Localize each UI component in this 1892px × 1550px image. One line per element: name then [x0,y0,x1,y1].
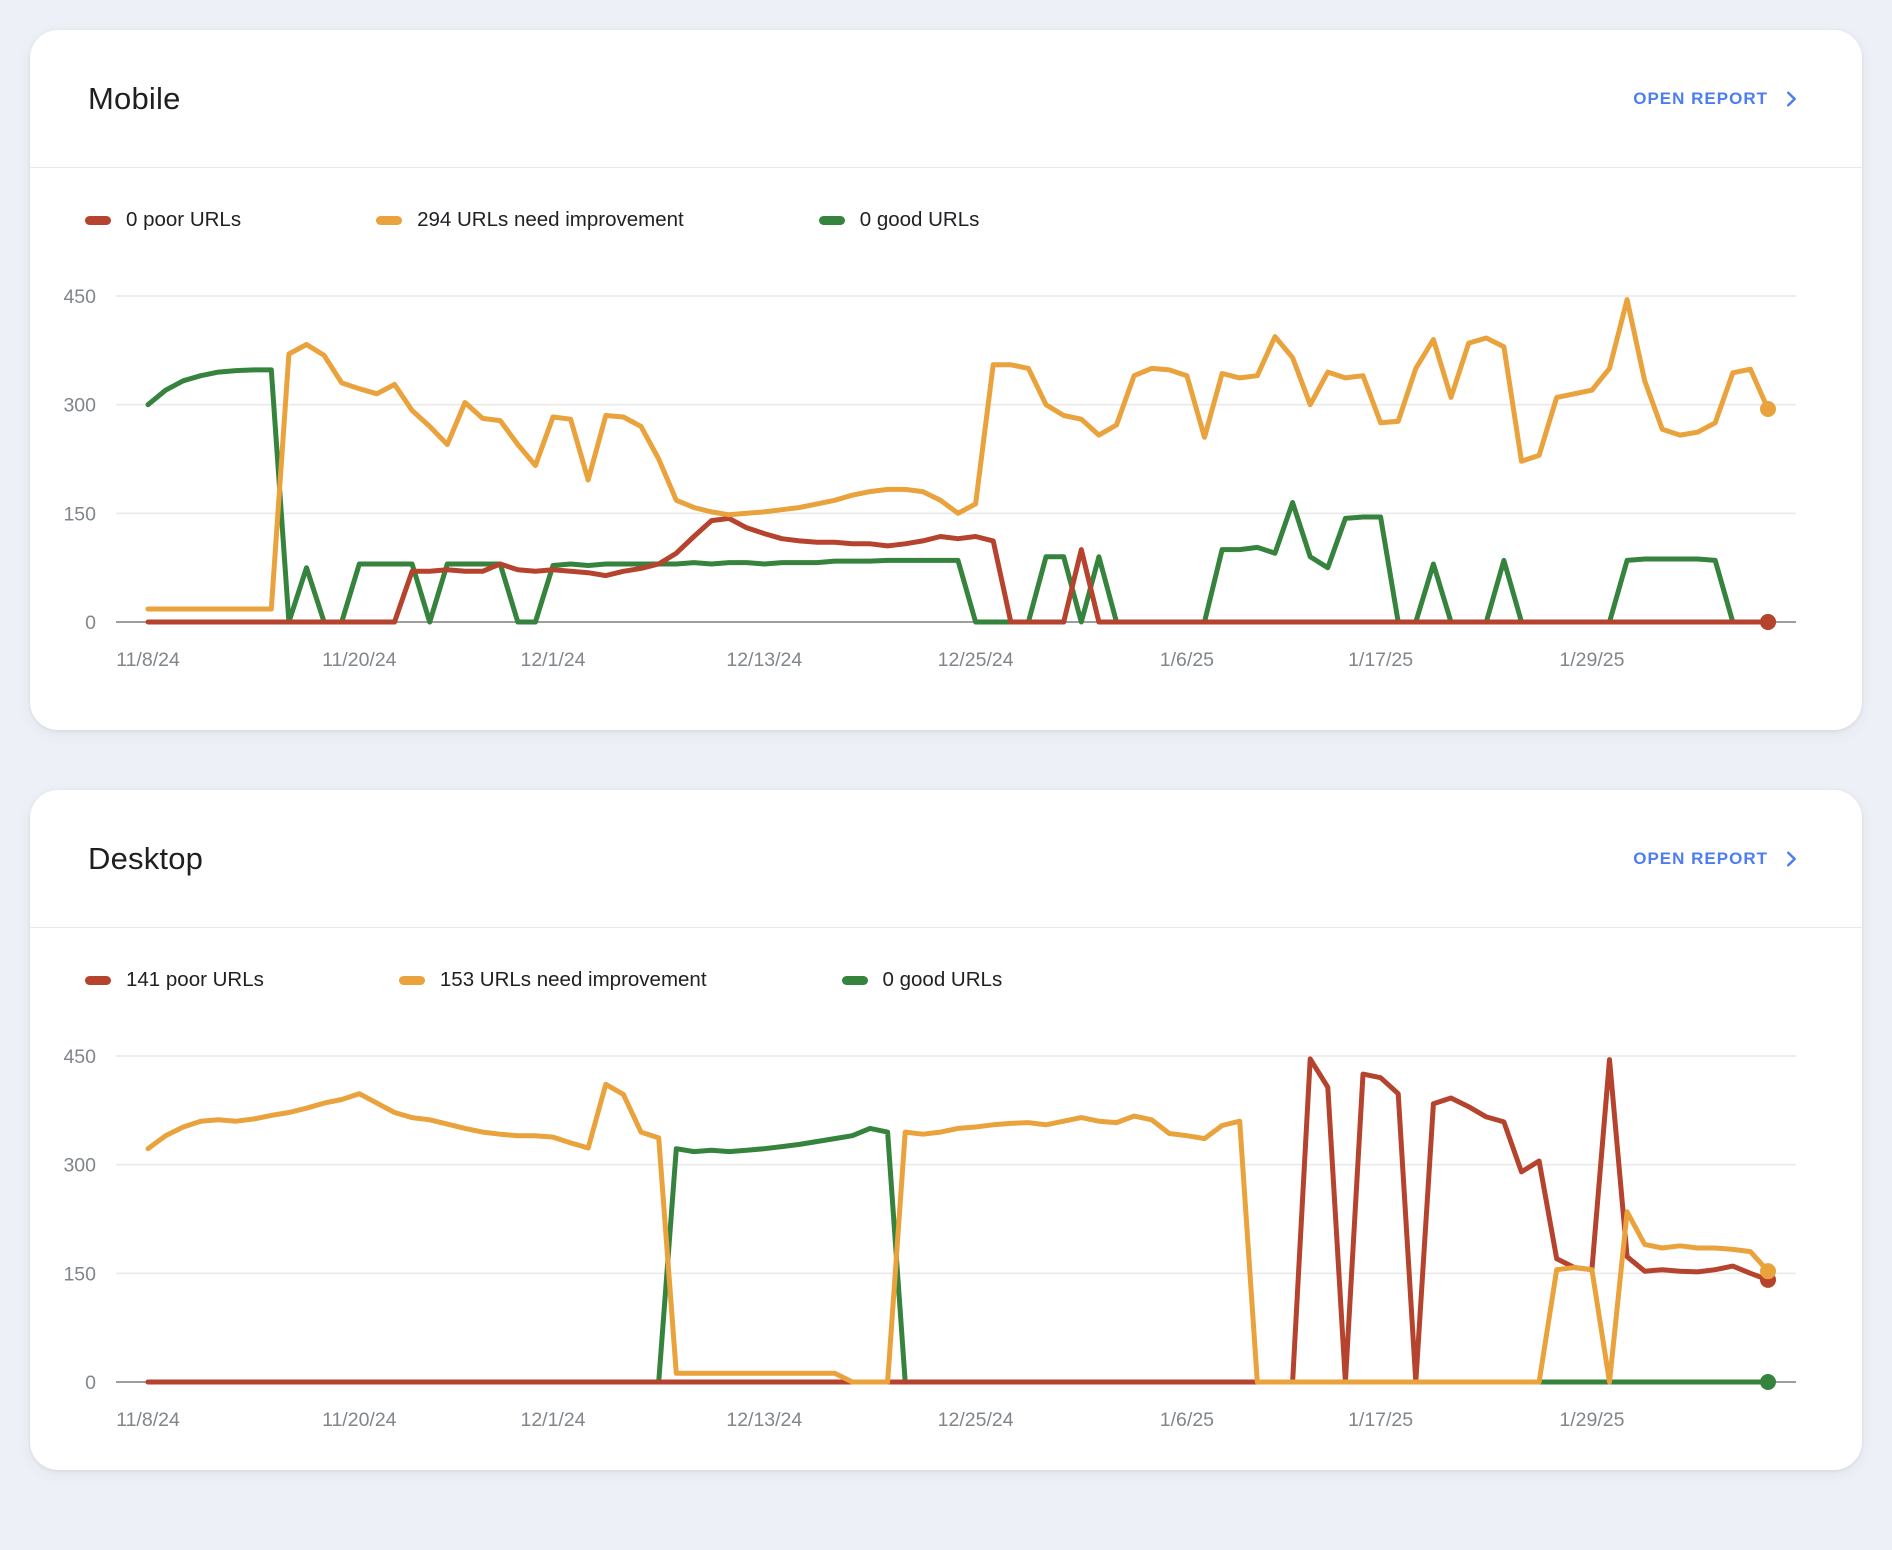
open-report-label: OPEN REPORT [1633,849,1768,869]
chevron-right-icon [1780,848,1802,870]
improvement-swatch-icon [376,216,402,225]
chart-legend: 141 poor URLs 153 URLs need improvement … [30,928,1862,992]
line-chart: 0 150 300 450 11/8/24 11/20/24 12/1/24 12/13/24… [30,244,1862,694]
legend-item-poor: 0 poor URLs [85,208,241,232]
poor-swatch-icon [85,976,111,985]
improvement-swatch-icon [399,976,425,985]
open-report-link[interactable]: OPEN REPORT [1633,848,1802,870]
line-chart: 0 150 300 450 11/8/24 11/20/24 12/1/24 12/13/24… [30,1004,1862,1454]
y-tick-label: 150 [63,503,96,525]
series-line-poor-urls [148,1059,1768,1382]
chart-legend: 0 poor URLs 294 URLs need improvement 0 … [30,168,1862,232]
mobile-chart-area: 0 150 300 450 11/8/24 11/20/24 12/1/24 12/13/24… [30,244,1862,694]
card-title-mobile: Mobile [88,81,181,117]
x-tick-label: 12/25/24 [938,649,1014,671]
x-tick-label: 1/17/25 [1348,649,1413,671]
end-dot-good-urls [1760,1374,1776,1390]
series-line-poor-urls [148,518,1768,622]
y-tick-label: 450 [63,1046,96,1068]
y-tick-label: 450 [63,286,96,308]
y-tick-label: 150 [63,1263,96,1285]
end-dot-urls-need-improvement [1760,1263,1776,1279]
end-dot-poor-urls [1760,614,1776,630]
desktop-chart-area: 0 150 300 450 11/8/24 11/20/24 12/1/24 12/13/24… [30,1004,1862,1454]
legend-label-good: 0 good URLs [860,208,980,232]
x-tick-label: 12/13/24 [726,1409,802,1431]
poor-swatch-icon [85,216,111,225]
y-tick-label: 300 [63,395,96,417]
x-tick-label: 12/1/24 [520,1409,585,1431]
y-tick-label: 0 [85,1372,96,1394]
series-line-good-urls [148,1128,1768,1382]
legend-label-poor: 0 poor URLs [126,208,241,232]
x-tick-label: 1/29/25 [1559,1409,1624,1431]
mobile-vitals-card: Mobile OPEN REPORT 0 poor URLs 294 URLs … [30,30,1862,730]
x-tick-label: 11/20/24 [322,649,397,671]
legend-label-improvement: 294 URLs need improvement [417,208,684,232]
legend-item-improvement: 294 URLs need improvement [376,208,684,232]
x-tick-label: 11/8/24 [116,649,180,671]
series-line-good-urls [148,370,1768,622]
x-tick-label: 1/6/25 [1160,1409,1214,1431]
legend-item-good: 0 good URLs [842,968,1003,992]
legend-item-good: 0 good URLs [819,208,980,232]
x-tick-label: 11/20/24 [322,1409,397,1431]
open-report-label: OPEN REPORT [1633,89,1768,109]
open-report-link[interactable]: OPEN REPORT [1633,88,1802,110]
y-tick-label: 0 [85,612,96,634]
legend-item-improvement: 153 URLs need improvement [399,968,707,992]
x-tick-label: 12/1/24 [520,649,585,671]
x-tick-label: 1/17/25 [1348,1409,1413,1431]
legend-label-good: 0 good URLs [883,968,1003,992]
y-tick-label: 300 [63,1155,96,1177]
legend-item-poor: 141 poor URLs [85,968,264,992]
x-tick-label: 1/29/25 [1559,649,1624,671]
x-tick-label: 12/25/24 [938,1409,1014,1431]
good-swatch-icon [819,216,845,225]
x-tick-label: 1/6/25 [1160,649,1214,671]
card-title-desktop: Desktop [88,841,203,877]
good-swatch-icon [842,976,868,985]
card-header: Mobile OPEN REPORT [30,30,1862,167]
card-header: Desktop OPEN REPORT [30,790,1862,927]
legend-label-improvement: 153 URLs need improvement [440,968,707,992]
series-line-urls-need-improvement [148,1084,1768,1382]
end-dot-urls-need-improvement [1760,401,1776,417]
desktop-vitals-card: Desktop OPEN REPORT 141 poor URLs 153 UR… [30,790,1862,1470]
chevron-right-icon [1780,88,1802,110]
x-tick-label: 11/8/24 [116,1409,180,1431]
legend-label-poor: 141 poor URLs [126,968,264,992]
x-tick-label: 12/13/24 [726,649,802,671]
core-web-vitals-page: { "accent_color": "#4d7df2", "colors": {… [0,0,1892,1550]
